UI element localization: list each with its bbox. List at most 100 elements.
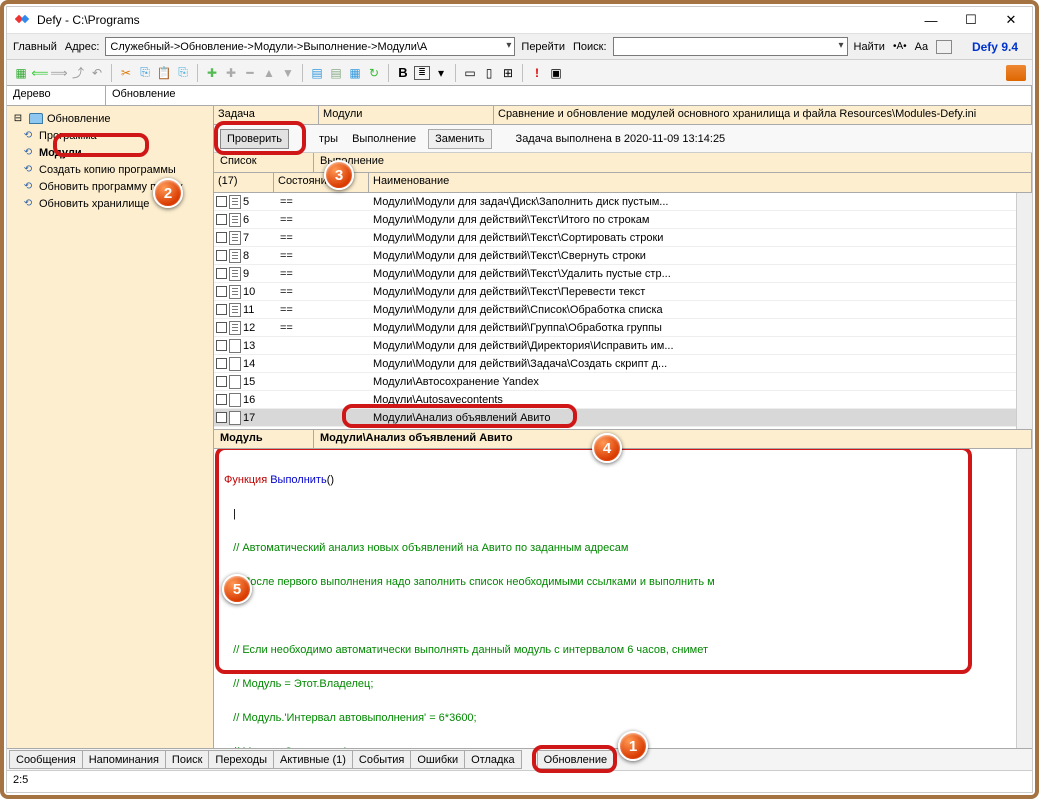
bottom-tab[interactable]: Напоминания xyxy=(82,750,166,769)
table-row[interactable]: 10==Модули\Модули для действий\Текст\Пер… xyxy=(214,283,1032,301)
reply-icon[interactable]: ↶ xyxy=(89,65,105,81)
case-button[interactable]: Aa xyxy=(913,41,930,53)
checkbox[interactable] xyxy=(216,340,227,351)
code-scrollbar[interactable] xyxy=(1016,449,1032,748)
moveup-icon[interactable]: ▲ xyxy=(261,65,277,81)
doc-icon xyxy=(229,393,241,407)
scrollbar[interactable] xyxy=(1016,193,1032,429)
checkbox[interactable] xyxy=(216,232,227,243)
app-icon xyxy=(15,12,31,28)
module-list[interactable]: 5==Модули\Модули для задач\Диск\Заполнит… xyxy=(214,193,1032,429)
movedown-icon[interactable]: ▼ xyxy=(280,65,296,81)
tree-root[interactable]: ⊟ Обновление xyxy=(9,110,211,127)
main-label[interactable]: Главный xyxy=(11,41,59,53)
toggle-icon[interactable] xyxy=(936,40,952,54)
tab-exec[interactable]: Выполнение xyxy=(314,153,1032,172)
add-icon[interactable]: ✚ xyxy=(204,65,220,81)
checkbox[interactable] xyxy=(216,268,227,279)
refresh-icon[interactable]: ↻ xyxy=(366,65,382,81)
col-state[interactable]: Состояние xyxy=(274,173,369,192)
dropdown-icon[interactable]: ▾ xyxy=(433,65,449,81)
tab-list[interactable]: Список xyxy=(214,153,314,172)
doc-icon xyxy=(229,285,241,299)
add2-icon[interactable]: ✚ xyxy=(223,65,239,81)
module-label: Модуль xyxy=(214,430,314,448)
checkbox[interactable] xyxy=(216,412,227,423)
address-combo[interactable]: Служебный->Обновление->Модули->Выполнени… xyxy=(105,37,515,56)
table-row[interactable]: 15Модули\Автосохранение Yandex xyxy=(214,373,1032,391)
bold-icon[interactable]: В xyxy=(395,65,411,81)
forward-icon[interactable]: ⟹ xyxy=(51,65,67,81)
paste-icon[interactable]: 📋 xyxy=(156,65,172,81)
view2-icon[interactable]: ▯ xyxy=(481,65,497,81)
doc-icon xyxy=(229,375,241,389)
go-button[interactable]: Перейти xyxy=(519,41,567,53)
props-icon[interactable]: ▦ xyxy=(347,65,363,81)
bottom-tab[interactable]: Сообщения xyxy=(9,750,83,769)
bottom-tab[interactable]: Активные (1) xyxy=(273,750,353,769)
table-row[interactable]: 13Модули\Модули для действий\Директория\… xyxy=(214,337,1032,355)
bottom-tab[interactable]: Ошибки xyxy=(410,750,465,769)
back-icon[interactable]: ⟸ xyxy=(32,65,48,81)
checkbox[interactable] xyxy=(216,394,227,405)
table-row[interactable]: 14Модули\Модули для действий\Задача\Созд… xyxy=(214,355,1032,373)
doc2-icon[interactable]: ▤ xyxy=(328,65,344,81)
collapse-icon[interactable]: ⊟ xyxy=(11,112,25,126)
font-size-button[interactable]: •A• xyxy=(891,41,909,52)
bottom-tab[interactable]: Поиск xyxy=(165,750,209,769)
brand-link[interactable]: Defy 9.4 xyxy=(962,40,1028,54)
alert-icon[interactable]: ! xyxy=(529,65,545,81)
tree-item-copy[interactable]: ⟲Создать копию программы xyxy=(9,161,211,178)
tree-item-modules[interactable]: ⟲Модули xyxy=(9,144,211,161)
table-row[interactable]: 17Модули\Анализ объявлений Авито xyxy=(214,409,1032,427)
up-icon[interactable]: ⤴ xyxy=(70,65,86,81)
bottom-tab[interactable]: Переходы xyxy=(208,750,274,769)
checkbox[interactable] xyxy=(216,214,227,225)
checkbox[interactable] xyxy=(216,358,227,369)
checkbox[interactable] xyxy=(216,304,227,315)
copy-icon[interactable]: ⎘ xyxy=(137,65,153,81)
close-button[interactable]: ✕ xyxy=(998,10,1024,30)
cut-icon[interactable]: ✂ xyxy=(118,65,134,81)
code-editor[interactable]: Функция Выполнить() | // Автоматический … xyxy=(214,449,1032,748)
tree-item-program[interactable]: ⟲Программа xyxy=(9,127,211,144)
view1-icon[interactable]: ▭ xyxy=(462,65,478,81)
minimize-button[interactable]: — xyxy=(918,10,944,30)
find-button[interactable]: Найти xyxy=(852,41,887,53)
checkbox[interactable] xyxy=(216,196,227,207)
bottom-tab[interactable]: События xyxy=(352,750,411,769)
checkbox[interactable] xyxy=(216,286,227,297)
tab-update[interactable]: Обновление xyxy=(537,750,615,769)
doc1-icon[interactable]: ▤ xyxy=(309,65,325,81)
tree-panel: ⊟ Обновление ⟲Программа ⟲Модули ⟲Создать… xyxy=(7,106,214,748)
copy2-icon[interactable]: ⎘ xyxy=(175,65,191,81)
table-row[interactable]: 12==Модули\Модули для действий\Группа\Об… xyxy=(214,319,1032,337)
task-header: Задача Модули Сравнение и обновление мод… xyxy=(214,106,1032,125)
play-icon[interactable]: ▣ xyxy=(548,65,564,81)
col-count[interactable]: (17) xyxy=(214,173,274,192)
check-button[interactable]: Проверить xyxy=(220,129,289,149)
align-icon[interactable]: ≣ xyxy=(414,66,430,80)
table-row[interactable]: 5==Модули\Модули для задач\Диск\Заполнит… xyxy=(214,193,1032,211)
table-row[interactable]: 7==Модули\Модули для действий\Текст\Сорт… xyxy=(214,229,1032,247)
checkbox[interactable] xyxy=(216,250,227,261)
checkbox[interactable] xyxy=(216,322,227,333)
checkbox[interactable] xyxy=(216,376,227,387)
grid-icon[interactable]: ⊞ xyxy=(500,65,516,81)
table-row[interactable]: 11==Модули\Модули для действий\Список\Об… xyxy=(214,301,1032,319)
remove-icon[interactable]: ━ xyxy=(242,65,258,81)
col-name[interactable]: Наименование xyxy=(369,173,1032,192)
help-icon[interactable] xyxy=(1006,65,1026,81)
exec-label[interactable]: Выполнение xyxy=(344,133,424,145)
maximize-button[interactable]: ☐ xyxy=(958,10,984,30)
module-name: Модули\Анализ объявлений Авито xyxy=(314,430,1032,448)
table-row[interactable]: 8==Модули\Модули для действий\Текст\Свер… xyxy=(214,247,1032,265)
search-combo[interactable] xyxy=(613,37,848,56)
table-row[interactable]: 9==Модули\Модули для действий\Текст\Удал… xyxy=(214,265,1032,283)
table-row[interactable]: 6==Модули\Модули для действий\Текст\Итог… xyxy=(214,211,1032,229)
table-row[interactable]: 16Модули\Autosavecontents xyxy=(214,391,1032,409)
new-icon[interactable]: ▦ xyxy=(13,65,29,81)
replace-button[interactable]: Заменить xyxy=(428,129,491,149)
params-label[interactable]: тры xyxy=(317,133,340,145)
bottom-tab[interactable]: Отладка xyxy=(464,750,521,769)
